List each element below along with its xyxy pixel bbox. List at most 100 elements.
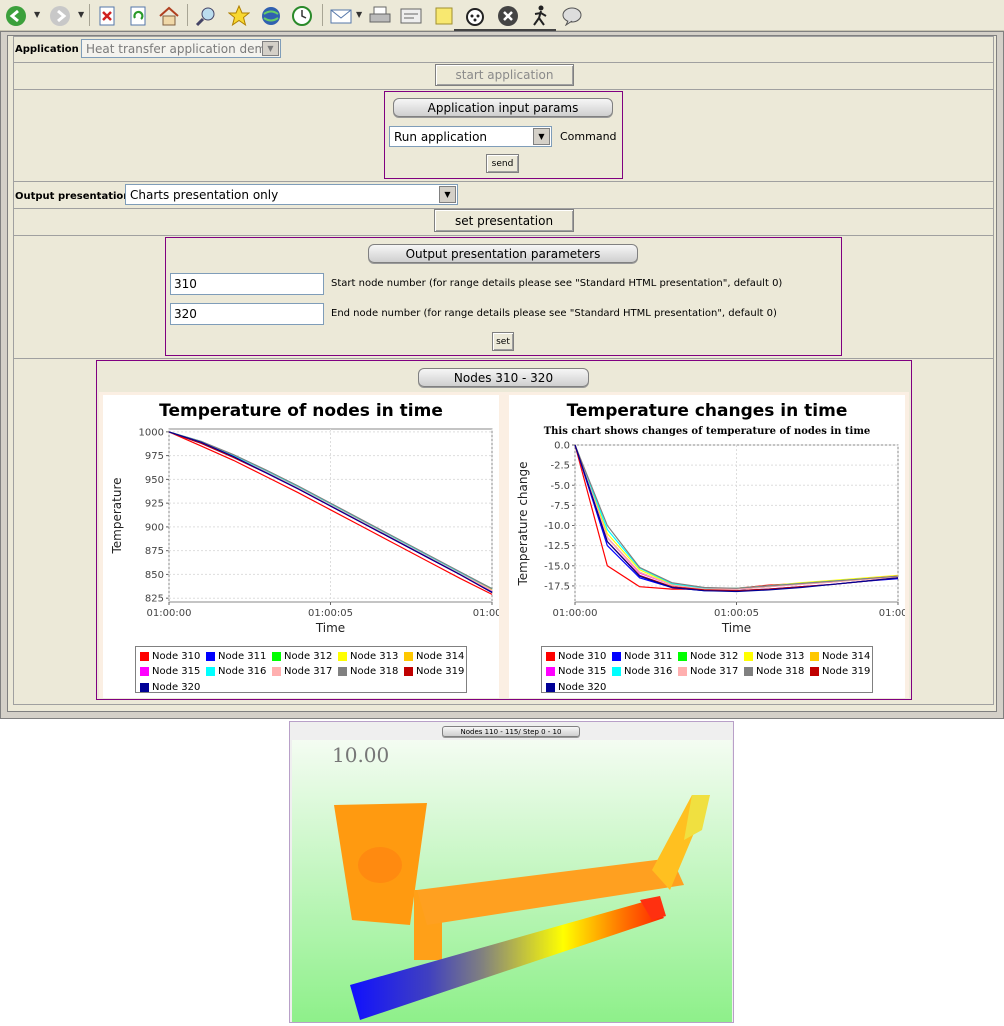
y-tick-label: 850 <box>145 570 164 581</box>
search-icon[interactable] <box>194 4 218 28</box>
output-presentation-select-value: Charts presentation only <box>130 187 279 202</box>
legend-swatch <box>206 667 215 676</box>
legend-item: Node 318 <box>744 665 804 679</box>
command-select-value: Run application <box>394 129 488 144</box>
forward-dropdown-icon[interactable]: ▼ <box>78 10 84 19</box>
chevron-down-icon[interactable]: ▼ <box>533 128 550 145</box>
legend-item: Node 313 <box>744 649 804 663</box>
runner-icon[interactable] <box>528 4 552 28</box>
temperature-change-chart: Temperature changes in time This chart s… <box>509 395 905 698</box>
legend-item: Node 318 <box>338 665 398 679</box>
legend-label: Node 320 <box>558 681 607 693</box>
mail-icon[interactable] <box>329 4 353 28</box>
y-tick-label: -10.0 <box>544 521 570 532</box>
legend-item: Node 320 <box>140 680 200 694</box>
close-icon[interactable] <box>496 4 520 28</box>
legend-swatch <box>272 667 281 676</box>
legend-label: Node 315 <box>152 666 201 677</box>
media-icon[interactable] <box>259 4 283 28</box>
x-tick-label: 01:00:05 <box>308 608 353 619</box>
legend-item: Node 312 <box>678 649 738 663</box>
input-params-title: Application input params <box>393 98 613 117</box>
command-label: Command <box>560 130 617 143</box>
legend-item: Node 319 <box>404 665 464 679</box>
legend-item: Node 313 <box>338 649 398 663</box>
legend-item: Node 316 <box>612 665 672 679</box>
legend-item: Node 319 <box>810 665 870 679</box>
x-axis-label: Time <box>721 621 751 635</box>
forward-icon[interactable] <box>48 4 72 28</box>
output-presentation-select[interactable]: Charts presentation only ▼ <box>125 184 458 205</box>
x-tick-label: 01:00:1 <box>879 608 905 619</box>
messenger-icon[interactable] <box>560 4 584 28</box>
legend-swatch <box>546 667 555 676</box>
set-presentation-button[interactable]: set presentation <box>434 209 574 232</box>
legend-swatch <box>744 667 753 676</box>
y-tick-label: 825 <box>145 594 164 605</box>
stop-icon[interactable] <box>95 4 119 28</box>
y-axis-label: Temperature <box>110 477 124 554</box>
y-tick-label: 900 <box>145 522 164 533</box>
mail-dropdown-icon[interactable]: ▼ <box>356 10 362 19</box>
back-icon[interactable] <box>4 4 28 28</box>
y-tick-label: -15.0 <box>544 561 570 572</box>
legend-item: Node 310 <box>140 649 200 663</box>
legend-item: Node 310 <box>546 649 606 663</box>
legend-label: Node 320 <box>152 681 201 693</box>
legend-label: Node 312 <box>690 650 739 662</box>
y-tick-label: -2.5 <box>550 461 570 472</box>
end-node-input[interactable]: 320 <box>170 303 324 325</box>
y-tick-label: 975 <box>145 451 164 462</box>
print-icon[interactable] <box>368 4 392 28</box>
legend-item: Node 317 <box>678 665 738 679</box>
x-axis-label: Time <box>315 621 345 635</box>
chevron-down-icon[interactable]: ▼ <box>439 186 456 203</box>
x-tick-label: 01:00:00 <box>147 608 192 619</box>
favorites-icon[interactable] <box>227 4 251 28</box>
start-application-button[interactable]: start application <box>435 64 574 86</box>
refresh-icon[interactable] <box>126 4 150 28</box>
simulation-view: Nodes 110 - 115/ Step 0 - 10 10.00 <box>289 721 734 1023</box>
application-select-value: Heat transfer application demo <box>86 41 274 56</box>
legend-label: Node 318 <box>350 666 399 677</box>
temperature-chart-legend: Node 310 Node 311 Node 312 Node 313 Node 314… <box>135 646 467 693</box>
y-tick-label: 950 <box>145 475 164 486</box>
application-select[interactable]: Heat transfer application demo ▼ <box>81 39 281 58</box>
start-node-label: Start node number (for range details ple… <box>331 278 783 289</box>
legend-swatch <box>206 651 215 661</box>
back-dropdown-icon[interactable]: ▼ <box>34 10 40 19</box>
command-select[interactable]: Run application ▼ <box>389 126 552 147</box>
history-icon[interactable] <box>290 4 314 28</box>
x-tick-label: 01:00:05 <box>714 608 759 619</box>
chevron-down-icon[interactable]: ▼ <box>262 41 279 56</box>
legend-label: Node 312 <box>284 650 333 662</box>
temperature-chart: Temperature of nodes in time 1000 975 950 9… <box>103 395 499 698</box>
legend-swatch <box>140 667 149 676</box>
y-tick-label: -5.0 <box>550 481 570 492</box>
send-button[interactable]: send <box>486 154 519 173</box>
set-range-button[interactable]: set <box>492 332 514 351</box>
start-node-input[interactable]: 310 <box>170 273 324 295</box>
legend-swatch <box>140 651 149 661</box>
legend-label: Node 317 <box>690 666 739 677</box>
legend-label: Node 311 <box>218 650 267 662</box>
simulation-render: 10.00 <box>292 740 732 1022</box>
edit-icon[interactable] <box>399 4 423 28</box>
legend-item: Node 315 <box>140 665 200 679</box>
legend-label: Node 313 <box>350 650 399 662</box>
y-axis-label: Temperature change <box>516 462 530 587</box>
legend-label: Node 319 <box>822 666 871 677</box>
legend-swatch <box>678 667 687 676</box>
legend-swatch <box>546 682 555 692</box>
legend-label: Node 319 <box>416 666 465 677</box>
legend-swatch <box>612 667 621 676</box>
home-icon[interactable] <box>157 4 181 28</box>
simulation-value-label: 10.00 <box>332 743 389 767</box>
legend-swatch <box>338 667 347 676</box>
ladybug-icon[interactable] <box>463 4 487 28</box>
legend-item: Node 314 <box>404 649 464 663</box>
legend-swatch <box>744 651 753 661</box>
note-icon[interactable] <box>432 4 456 28</box>
legend-item: Node 311 <box>612 649 672 663</box>
legend-swatch <box>678 651 687 661</box>
